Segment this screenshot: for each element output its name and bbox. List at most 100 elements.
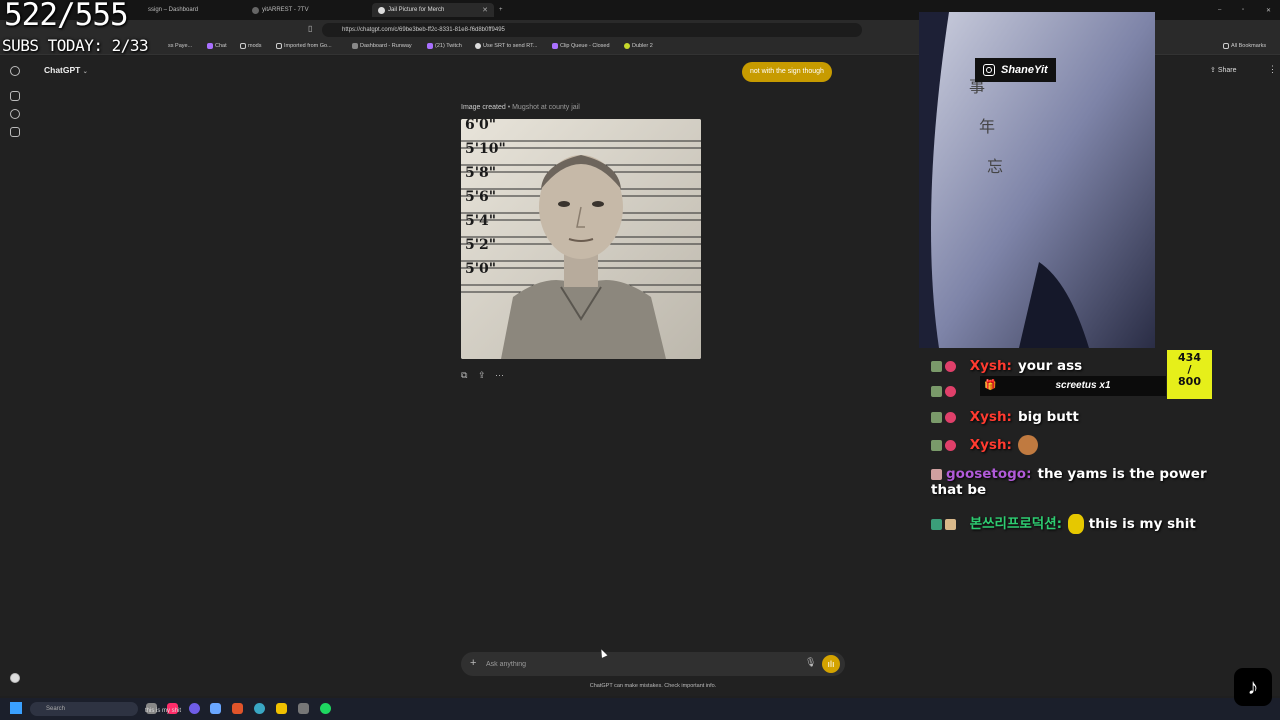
heart-badge-icon bbox=[945, 411, 956, 423]
steam-icon[interactable] bbox=[210, 703, 221, 714]
bookmark-label: (21) Twitch bbox=[435, 43, 462, 49]
gift-icon: 🎁 bbox=[984, 380, 997, 391]
brave-icon[interactable] bbox=[232, 703, 243, 714]
windows-start-icon[interactable] bbox=[10, 702, 22, 714]
tab-dashboard[interactable]: ssign – Dashboard bbox=[148, 3, 248, 17]
bookmark-item[interactable]: Use SRT to send RT... bbox=[475, 43, 537, 49]
file-explorer-icon[interactable] bbox=[276, 703, 287, 714]
voice-mode-button[interactable]: ılı bbox=[822, 655, 840, 673]
svg-text:忘: 忘 bbox=[987, 157, 1003, 176]
capcut-icon[interactable] bbox=[254, 703, 265, 714]
chat-badges bbox=[931, 383, 965, 399]
close-tab-icon[interactable]: ✕ bbox=[482, 6, 488, 14]
chat-text: the yams is the power bbox=[1037, 466, 1207, 482]
chat-text: big butt bbox=[1017, 409, 1079, 425]
settings-icon[interactable] bbox=[298, 703, 309, 714]
model-name-label: ChatGPT bbox=[44, 65, 81, 75]
bookmark-item[interactable]: Dashboard - Runway bbox=[352, 43, 412, 49]
voice-waveform-icon: ılı bbox=[827, 659, 835, 669]
tab-jail-picture[interactable]: Jail Picture for Merch ✕ bbox=[372, 3, 494, 17]
more-icon[interactable]: ⋯ bbox=[495, 371, 504, 380]
chat-badges bbox=[931, 516, 965, 532]
close-window-icon[interactable]: ✕ bbox=[1266, 3, 1271, 17]
folder-icon bbox=[276, 43, 282, 49]
gift-banner-text: screetus x1 bbox=[1055, 380, 1111, 391]
url-text: https://chatgpt.com/c/69be3beb-ff2c-8331… bbox=[342, 27, 505, 33]
bookmark-item[interactable]: (21) Twitch bbox=[427, 43, 462, 49]
maximize-icon[interactable]: ▫ bbox=[1242, 3, 1244, 17]
bookmark-item[interactable]: ss Paye... bbox=[168, 43, 192, 49]
new-tab-button[interactable]: + bbox=[499, 3, 503, 17]
discord-icon[interactable] bbox=[189, 703, 200, 714]
chat-message: 본쓰리프로덕션: this is my shit bbox=[931, 512, 1196, 534]
runway-icon bbox=[352, 43, 358, 49]
chatgpt-tab-icon bbox=[378, 6, 385, 14]
taskbar-search[interactable]: Search bbox=[30, 702, 138, 716]
sub-badge-icon bbox=[931, 360, 942, 372]
microphone-icon[interactable]: 🎙 bbox=[805, 657, 816, 668]
7tv-icon bbox=[252, 6, 259, 14]
chat-message: Xysh: your ass bbox=[931, 358, 1082, 374]
chat-username: goosetogo: bbox=[946, 466, 1032, 482]
bookmark-label: ss Paye... bbox=[168, 43, 193, 49]
search-icon[interactable] bbox=[10, 109, 20, 119]
bookmark-item[interactable]: Imported from Go... bbox=[276, 43, 332, 49]
all-bookmarks[interactable]: All Bookmarks bbox=[1223, 43, 1266, 49]
chat-message: goosetogo: the yams is the power that be bbox=[931, 466, 1251, 498]
bookmark-item[interactable]: Chat bbox=[207, 43, 227, 49]
avatar[interactable] bbox=[10, 673, 20, 683]
heart-badge-icon bbox=[945, 385, 956, 397]
bookmark-item[interactable]: Clip Queue - Closed bbox=[552, 43, 610, 49]
bookmark-label: mods bbox=[248, 43, 262, 49]
instagram-tag: ShaneYit bbox=[975, 58, 1056, 82]
chat-message-partial bbox=[931, 383, 965, 399]
bookmark-label: Imported from Go... bbox=[284, 43, 332, 49]
bookmark-item[interactable]: mods bbox=[240, 43, 261, 49]
chat-text: this is my shit bbox=[1088, 516, 1196, 532]
sidebar bbox=[0, 56, 30, 696]
bookmark-label: Dashboard - Runway bbox=[360, 43, 412, 49]
library-icon[interactable] bbox=[10, 127, 20, 137]
twitch-icon bbox=[552, 43, 558, 49]
minimize-icon[interactable]: – bbox=[1218, 3, 1221, 17]
sub-goal-widget: 434 / 800 bbox=[1167, 350, 1212, 399]
bookmark-star-icon[interactable]: ▯ bbox=[308, 24, 312, 33]
prompt-input[interactable] bbox=[486, 657, 786, 671]
more-options-icon[interactable]: ⋮ bbox=[1268, 64, 1277, 75]
face-emote-icon bbox=[1017, 435, 1038, 455]
image-caption-subject: Mugshot at county jail bbox=[512, 104, 580, 111]
spotify-icon[interactable] bbox=[320, 703, 331, 714]
share-label: Share bbox=[1217, 67, 1237, 74]
copy-icon[interactable]: ⧉ bbox=[461, 371, 470, 380]
user-message-text: not with the sign though bbox=[750, 68, 824, 75]
tiktok-logo-icon: ♪ bbox=[1234, 668, 1272, 706]
height-label: 6'0" bbox=[465, 119, 497, 133]
dubler-icon bbox=[624, 43, 630, 49]
message-actions: ⧉ ⇪ ⋯ bbox=[461, 371, 504, 380]
chevron-down-icon: ⌄ bbox=[82, 69, 88, 75]
folder-icon bbox=[1223, 43, 1229, 49]
model-selector[interactable]: ChatGPT ⌄ bbox=[44, 65, 88, 75]
address-bar[interactable]: https://chatgpt.com/c/69be3beb-ff2c-8331… bbox=[322, 23, 862, 37]
new-chat-icon[interactable] bbox=[10, 91, 20, 101]
goal-target: 800 bbox=[1178, 375, 1201, 388]
share-button[interactable]: ⇪ Share bbox=[1210, 66, 1237, 74]
bookmark-label: Dubler 2 bbox=[632, 43, 653, 49]
height-label: 5'8" bbox=[465, 165, 497, 181]
plus-icon[interactable]: + bbox=[470, 657, 476, 669]
generated-mugshot-image[interactable]: 6'0" 5'10" 5'8" 5'6" 5'4" 5'2" 5'0" bbox=[461, 119, 701, 359]
subs-today: SUBS TODAY: 2/33 bbox=[2, 36, 149, 55]
tab-label: Jail Picture for Merch bbox=[388, 7, 445, 13]
tab-label: yitARREST - 7TV bbox=[262, 7, 309, 13]
openai-logo-icon[interactable] bbox=[10, 66, 20, 76]
chat-text: that be bbox=[931, 482, 987, 498]
taskbar-search-label: Search bbox=[46, 706, 66, 712]
bookmark-label: Use SRT to send RT... bbox=[483, 43, 538, 49]
bookmark-label: Chat bbox=[215, 43, 227, 49]
share-icon[interactable]: ⇪ bbox=[478, 371, 487, 380]
bookmark-item[interactable]: Dubler 2 bbox=[624, 43, 653, 49]
gift-banner: 🎁 screetus x1 bbox=[980, 376, 1166, 396]
tab-7tv[interactable]: yitARREST - 7TV bbox=[252, 3, 362, 17]
sub-badge-icon bbox=[931, 439, 942, 451]
sub-count: 522/555 bbox=[4, 0, 129, 33]
